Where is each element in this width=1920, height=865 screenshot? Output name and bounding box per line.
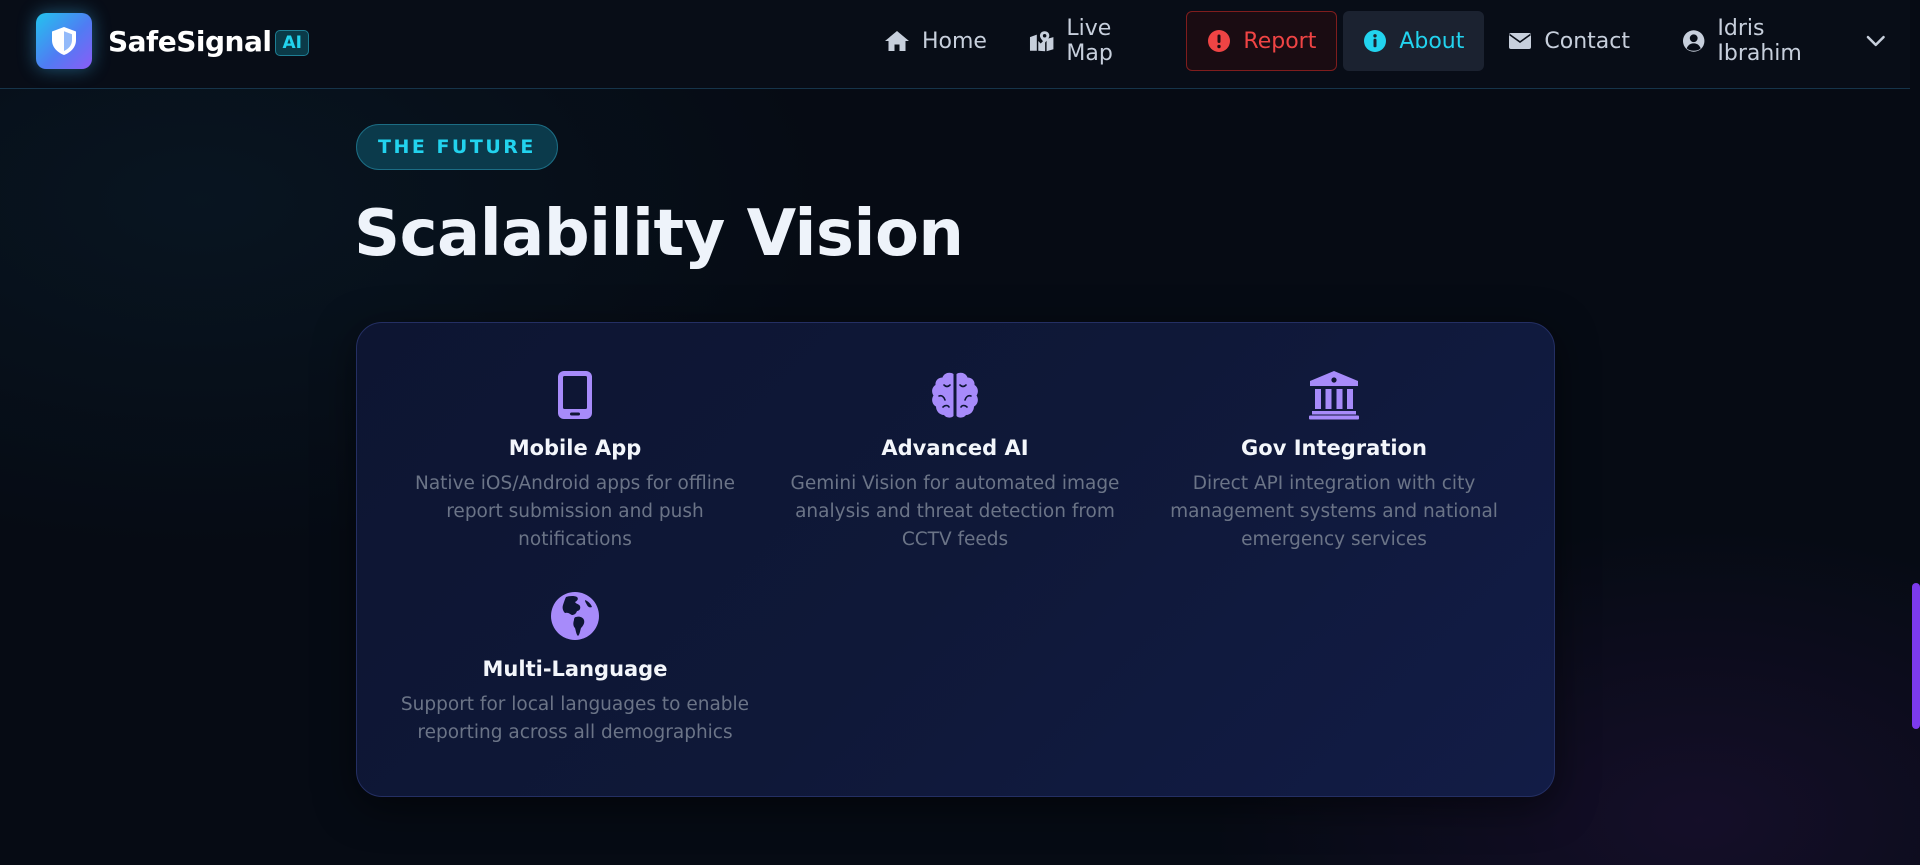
feature-gov-integration: Gov Integration Direct API integration w… <box>1144 369 1524 554</box>
nav-item-report[interactable]: Report <box>1186 11 1338 71</box>
alert-circle-icon <box>1208 30 1231 52</box>
main-nav: Home Live Map Report About Contact Idris… <box>866 11 1910 71</box>
brand[interactable]: SafeSignal AI <box>36 13 309 69</box>
feature-title: Mobile App <box>508 436 642 460</box>
brain-icon <box>765 369 1145 421</box>
section-title: Scalability Vision <box>354 197 964 271</box>
envelope-icon <box>1509 33 1532 49</box>
globe-icon <box>385 590 765 642</box>
nav-item-contact[interactable]: Contact <box>1490 11 1648 71</box>
feature-multi-language: Multi-Language Support for local languag… <box>385 590 765 747</box>
chevron-down-icon <box>1867 35 1886 47</box>
section-tag: THE FUTURE <box>356 124 558 170</box>
nav-item-about[interactable]: About <box>1343 11 1485 71</box>
map-location-icon <box>1029 31 1054 52</box>
shield-icon <box>36 13 92 69</box>
landmark-icon <box>1144 369 1524 421</box>
feature-description: Direct API integration with city managem… <box>1170 473 1498 550</box>
top-navbar: SafeSignal AI Home Live Map Report About… <box>0 0 1910 89</box>
nav-label-about: About <box>1399 28 1465 54</box>
mobile-icon <box>385 369 765 421</box>
nav-item-live-map[interactable]: Live Map <box>1011 11 1180 71</box>
nav-label-home: Home <box>922 28 987 54</box>
info-circle-icon <box>1364 30 1387 52</box>
user-circle-icon <box>1682 30 1705 52</box>
brand-name: SafeSignal <box>108 24 272 58</box>
feature-description: Support for local languages to enable re… <box>400 694 750 743</box>
nav-label-contact: Contact <box>1544 28 1630 54</box>
feature-mobile-app: Mobile App Native iOS/Android apps for o… <box>385 369 765 554</box>
features-card: Mobile App Native iOS/Android apps for o… <box>356 322 1555 797</box>
feature-title: Advanced AI <box>881 436 1029 460</box>
feature-title: Gov Integration <box>1241 436 1427 460</box>
feature-advanced-ai: Advanced AI Gemini Vision for automated … <box>765 369 1145 554</box>
feature-description: Gemini Vision for automated image analys… <box>790 473 1120 550</box>
nav-item-home[interactable]: Home <box>866 11 1005 71</box>
nav-label-live-map: Live Map <box>1066 16 1113 66</box>
user-name: Idris Ibrahim <box>1717 16 1802 66</box>
scrollbar-thumb[interactable] <box>1912 583 1920 729</box>
feature-description: Native iOS/Android apps for offline repo… <box>415 473 735 550</box>
feature-title: Multi-Language <box>482 657 668 681</box>
nav-label-report: Report <box>1243 28 1317 54</box>
brand-badge: AI <box>275 30 309 56</box>
user-menu[interactable]: Idris Ibrahim <box>1664 11 1904 71</box>
home-icon <box>885 31 909 51</box>
